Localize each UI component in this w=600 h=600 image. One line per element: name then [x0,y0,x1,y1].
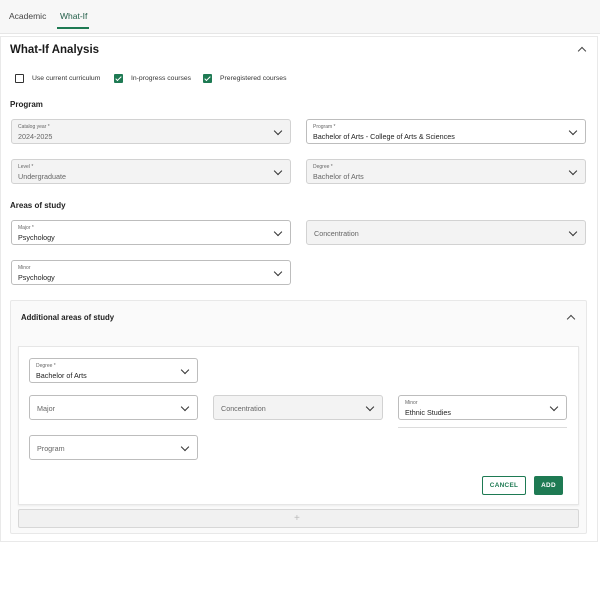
additional-degree-label: Degree * [36,363,56,369]
additional-minor-label: Minor [405,400,418,406]
additional-concentration-select[interactable]: Concentration [213,395,383,420]
additional-concentration-placeholder: Concentration [221,404,266,413]
chevron-down-icon [568,227,578,237]
concentration-select[interactable]: Concentration [306,220,586,245]
program-label: Program * [313,124,336,130]
chevron-down-icon [365,402,375,412]
additional-major-placeholder: Major [37,404,55,413]
chevron-down-icon [549,402,559,412]
tab-academic[interactable]: Academic [9,11,46,21]
use-current-curriculum-checkbox[interactable] [15,74,24,83]
additional-minor-select[interactable]: Minor Ethnic Studies [398,395,567,420]
tab-active-indicator [57,27,89,29]
in-progress-courses-checkbox[interactable] [114,74,123,83]
cancel-button[interactable]: CANCEL [482,476,526,495]
add-area-row-button[interactable]: + [18,509,579,528]
degree-select[interactable]: Degree * Bachelor of Arts [306,159,586,184]
chevron-down-icon [180,442,190,452]
additional-degree-select[interactable]: Degree * Bachelor of Arts [29,358,198,383]
degree-value: Bachelor of Arts [313,172,364,181]
chevron-down-icon [180,402,190,412]
catalog-year-value: 2024-2025 [18,132,53,141]
minor-value: Psychology [18,273,55,282]
level-select[interactable]: Level * Undergraduate [11,159,291,184]
additional-minor-value: Ethnic Studies [405,408,451,417]
additional-program-placeholder: Program [37,444,65,453]
program-select[interactable]: Program * Bachelor of Arts - College of … [306,119,586,144]
plus-icon: + [294,513,300,524]
major-value: Psychology [18,233,55,242]
divider [398,427,567,428]
level-label: Level * [18,164,34,170]
chevron-down-icon [273,126,283,136]
catalog-year-select[interactable]: Catalog year * 2024-2025 [11,119,291,144]
minor-select[interactable]: Minor Psychology [11,260,291,285]
additional-areas-heading: Additional areas of study [21,313,115,322]
program-value: Bachelor of Arts - College of Arts & Sci… [313,132,455,141]
tab-bar [0,0,600,34]
program-heading: Program [10,100,43,109]
degree-label: Degree * [313,164,333,170]
concentration-placeholder: Concentration [314,229,359,238]
additional-program-select[interactable]: Program [29,435,198,460]
chevron-down-icon [273,267,283,277]
page-title: What-If Analysis [10,44,100,56]
catalog-year-label: Catalog year * [18,124,50,130]
add-button[interactable]: ADD [534,476,563,495]
chevron-down-icon [568,126,578,136]
minor-label: Minor [18,265,31,271]
level-value: Undergraduate [18,172,66,181]
additional-major-select[interactable]: Major [29,395,198,420]
additional-degree-value: Bachelor of Arts [36,371,87,380]
preregistered-courses-checkbox[interactable] [203,74,212,83]
preregistered-courses-label: Preregistered courses [220,75,287,82]
chevron-down-icon [568,166,578,176]
major-select[interactable]: Major * Psychology [11,220,291,245]
chevron-down-icon [273,166,283,176]
chevron-down-icon [180,365,190,375]
areas-of-study-heading: Areas of study [10,201,66,210]
chevron-down-icon [273,227,283,237]
tab-what-if[interactable]: What-If [60,11,87,21]
use-current-curriculum-label: Use current curriculum [32,75,101,82]
major-label: Major * [18,225,34,231]
in-progress-courses-label: In-progress courses [131,75,192,82]
